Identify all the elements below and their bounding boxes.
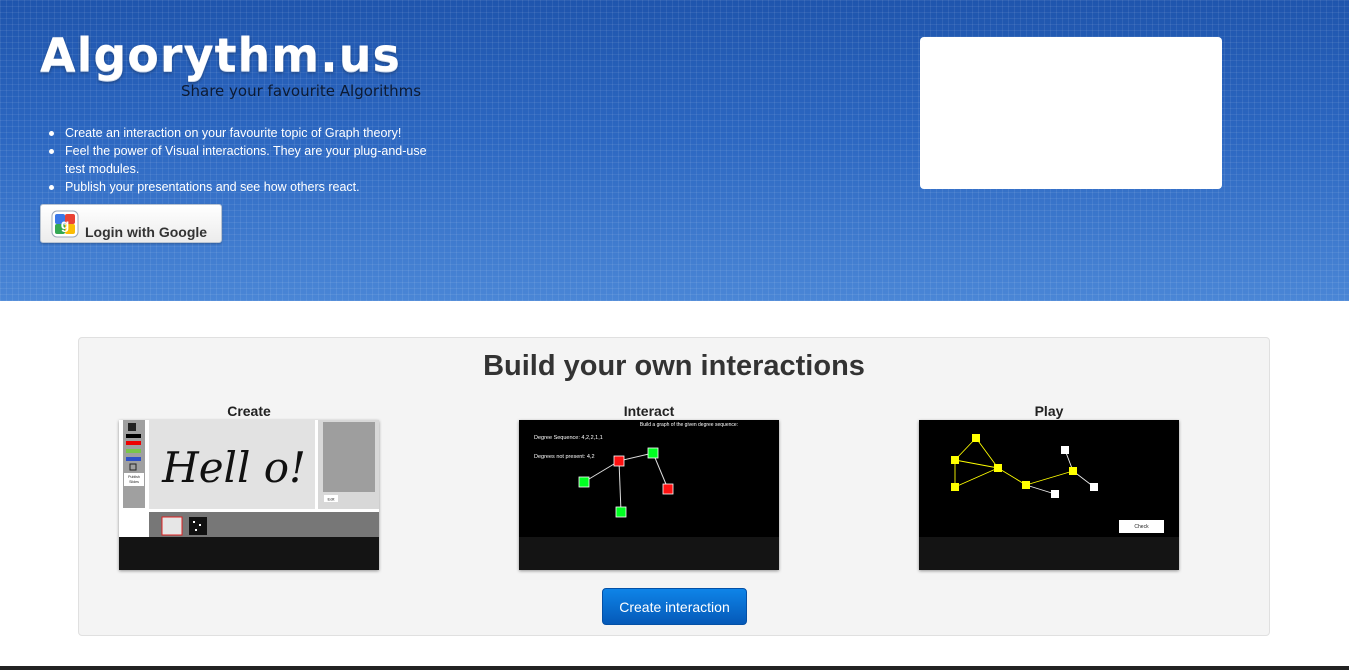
interact-prompt: Build a graph of the given degree sequen… <box>640 422 738 428</box>
bullet-icon <box>49 185 54 190</box>
interactions-panel: Build your own interactions Create Publi… <box>78 337 1270 636</box>
bullet-icon <box>49 131 54 136</box>
interact-screenshot: Build a graph of the given degree sequen… <box>519 420 779 570</box>
feature-item: Publish your presentations and see how o… <box>47 178 447 196</box>
svg-text:Slides: Slides <box>129 480 139 484</box>
google-icon: g <box>51 210 79 238</box>
site-tagline: Share your favourite Algorithms <box>181 82 422 100</box>
check-label: Check <box>1134 524 1149 530</box>
graph-node <box>951 456 959 464</box>
play-column: Play Check <box>919 402 1179 570</box>
feature-item: Create an interaction on your favourite … <box>47 124 447 142</box>
play-screenshot: Check <box>919 420 1179 570</box>
svg-text:Publish: Publish <box>128 475 140 479</box>
graph-node <box>578 476 590 488</box>
graph-node <box>615 506 627 518</box>
create-column: Create Publish Slides Hell o! Edit <box>119 402 379 570</box>
login-with-google-button[interactable]: g Login with Google <box>40 204 222 243</box>
graph-node <box>951 483 959 491</box>
hero-banner: Algorythm.us Share your favourite Algori… <box>0 0 1349 301</box>
create-interaction-button[interactable]: Create interaction <box>602 588 747 625</box>
graph-node <box>662 483 674 495</box>
create-screenshot: Publish Slides Hell o! Edit <box>119 420 379 570</box>
create-label: Create <box>227 403 271 419</box>
edit-label: Edit <box>328 497 336 502</box>
graph-node <box>1061 446 1069 454</box>
interact-column: Interact Build a graph of the given degr… <box>519 402 779 570</box>
interact-label: Interact <box>623 403 675 419</box>
graph-node <box>1051 490 1059 498</box>
graph-node <box>1022 481 1030 489</box>
play-label: Play <box>1034 403 1064 419</box>
graph-node <box>647 447 659 459</box>
graph-node <box>1069 467 1077 475</box>
handwriting-text: Hell o! <box>161 443 306 492</box>
degrees-missing: Degrees not present: 4,2 <box>534 454 595 460</box>
bullet-icon <box>49 149 54 154</box>
svg-text:g: g <box>61 216 70 232</box>
graph-node <box>613 455 625 467</box>
graph-node <box>994 464 1002 472</box>
feature-list: Create an interaction on your favourite … <box>47 124 447 196</box>
panel-title: Build your own interactions <box>483 350 865 382</box>
site-logo[interactable]: Algorythm.us <box>40 28 401 82</box>
login-label: Login with Google <box>85 224 208 240</box>
ad-placeholder <box>920 37 1222 189</box>
page-bottom-border <box>0 666 1349 670</box>
feature-item: Feel the power of Visual interactions. T… <box>47 142 447 178</box>
graph-node <box>1090 483 1098 491</box>
degree-sequence: Degree Sequence: 4,2,2,1,1 <box>534 435 603 441</box>
graph-node <box>972 434 980 442</box>
